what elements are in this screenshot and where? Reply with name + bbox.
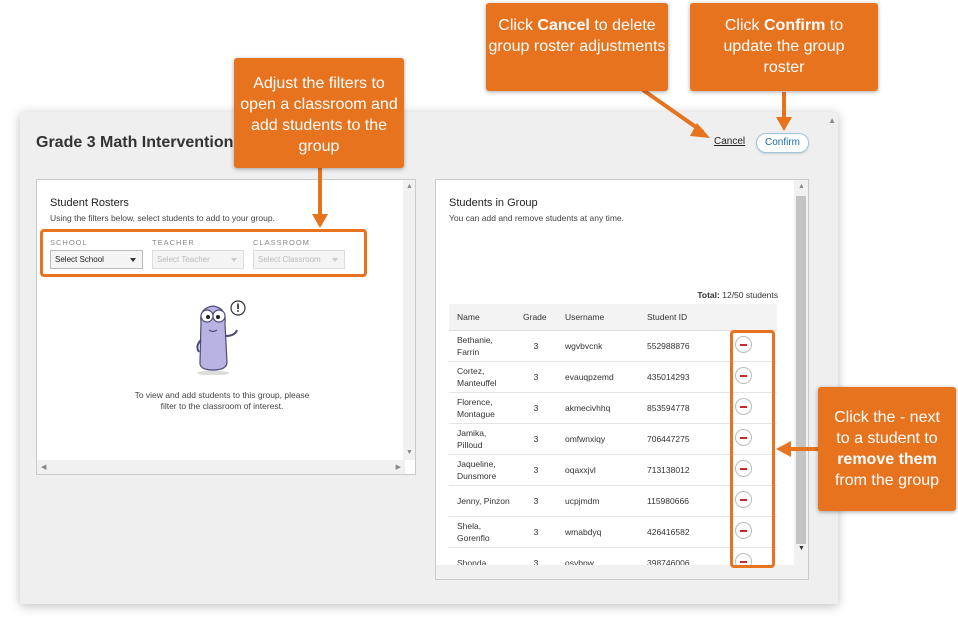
- student-name-line1: Bethanie,: [457, 334, 493, 345]
- callout-remove-text-2: from the group: [834, 472, 940, 489]
- student-grade: 3: [515, 392, 557, 424]
- student-name-line1: Florence,: [457, 396, 493, 407]
- rosters-subtitle: Using the filters below, select students…: [50, 213, 275, 223]
- student-name-line2: Dunsmore: [457, 470, 497, 481]
- student-name: Jaqueline, Dunsmore: [449, 454, 515, 486]
- callout-confirm-text-1: Click: [724, 17, 764, 34]
- scroll-up-icon[interactable]: ▲: [406, 183, 413, 190]
- callout-filters: Adjust the filters to open a classroom a…: [234, 58, 404, 168]
- callout-cancel-bold: Cancel: [537, 17, 590, 34]
- student-id: 435014293: [639, 361, 727, 393]
- filters-highlight-box: [40, 229, 367, 277]
- callout-remove-bold: remove them: [837, 451, 937, 468]
- callout-confirm-bold: Confirm: [763, 17, 826, 34]
- rosters-horizontal-scrollbar[interactable]: ◀ ▶: [37, 460, 405, 474]
- rosters-title: Student Rosters: [50, 197, 129, 209]
- scroll-right-icon[interactable]: ▶: [396, 463, 401, 471]
- group-editor-dialog: Grade 3 Math Intervention ▲ Cancel Confi…: [20, 112, 838, 604]
- callout-cancel-text-1: Click: [498, 17, 538, 34]
- student-username: ucpjmdm: [557, 485, 639, 517]
- student-grade: 3: [515, 454, 557, 486]
- callout-cancel: Click Cancel to delete group roster adju…: [486, 3, 668, 91]
- student-grade: 3: [515, 516, 557, 548]
- student-grade: 3: [515, 423, 557, 455]
- column-header-student-id: Student ID: [639, 304, 727, 331]
- empty-state-line-1: To view and add students to this group, …: [134, 390, 310, 400]
- student-name-line1: Cortez,: [457, 365, 485, 376]
- mascot-illustration: [196, 300, 246, 375]
- table-row: Bethanie, Farrin 3 wgvbvcnk 552988876: [449, 330, 777, 362]
- student-name-line2: Farrin: [457, 346, 480, 357]
- remove-buttons-highlight-box: [730, 330, 775, 568]
- student-name: Bethanie, Farrin: [449, 330, 515, 362]
- student-name-line1: Jenny, Pinzon: [457, 495, 510, 506]
- student-name-line2: Montague: [457, 408, 495, 419]
- student-name-line2: Gorenflo: [457, 532, 490, 543]
- student-name: Jamika, Pilloud: [449, 423, 515, 455]
- student-name-line1: Shela,: [457, 520, 482, 531]
- column-header-remove: [727, 304, 777, 331]
- student-username: wgvbvcnk: [557, 330, 639, 362]
- callout-remove: Click the - next to a student to remove …: [818, 387, 956, 511]
- table-row: Shela, Gorenflo 3 wmabdyq 426416582: [449, 516, 777, 548]
- group-total: Total: 12/50 students: [697, 290, 778, 300]
- student-name-line2: Pilloud: [457, 439, 483, 450]
- student-id: 552988876: [639, 330, 727, 362]
- student-id: 853594778: [639, 392, 727, 424]
- table-row: Jenny, Pinzon 3 ucpjmdm 115980666: [449, 485, 777, 517]
- group-subtitle: You can add and remove students at any t…: [449, 213, 624, 223]
- student-name: Shela, Gorenflo: [449, 516, 515, 548]
- student-id: 706447275: [639, 423, 727, 455]
- scrollbar-thumb[interactable]: [796, 196, 806, 544]
- student-username: evauqpzemd: [557, 361, 639, 393]
- dialog-title: Grade 3 Math Intervention: [36, 134, 234, 151]
- student-name: Florence, Montague: [449, 392, 515, 424]
- student-name-line1: Jaqueline,: [457, 458, 496, 469]
- empty-state-message: To view and add students to this group, …: [117, 390, 327, 412]
- student-username: wmabdyq: [557, 516, 639, 548]
- callout-remove-text-1: Click the - next to a student to: [834, 409, 940, 447]
- total-value: 12/50 students: [722, 290, 778, 300]
- scroll-up-icon[interactable]: ▲: [828, 116, 836, 125]
- table-row: Jaqueline, Dunsmore 3 oqaxxjvl 713138012: [449, 454, 777, 486]
- cancel-link[interactable]: Cancel: [714, 136, 745, 147]
- scroll-down-icon[interactable]: ▼: [406, 449, 413, 456]
- table-row: Jamika, Pilloud 3 omfwnxiqy 706447275: [449, 423, 777, 455]
- table-row: Florence, Montague 3 akmecivhhq 853594778: [449, 392, 777, 424]
- confirm-button[interactable]: Confirm: [756, 133, 809, 153]
- callout-confirm: Click Confirm to update the group roster: [690, 3, 878, 91]
- student-grade: 3: [515, 485, 557, 517]
- group-roster-table: Name Grade Username Student ID Bethanie,…: [449, 304, 777, 579]
- student-name: Jenny, Pinzon: [449, 485, 515, 517]
- student-id: 115980666: [639, 485, 727, 517]
- column-header-username: Username: [557, 304, 639, 331]
- empty-state-line-2: filter to the classroom of interest.: [160, 401, 284, 411]
- scroll-up-icon[interactable]: ▲: [798, 183, 805, 190]
- column-header-grade: Grade: [515, 304, 557, 331]
- group-title: Students in Group: [449, 197, 538, 209]
- column-header-name: Name: [449, 304, 515, 331]
- student-id: 426416582: [639, 516, 727, 548]
- student-name: Cortez, Manteuffel: [449, 361, 515, 393]
- student-grade: 3: [515, 361, 557, 393]
- scroll-down-icon[interactable]: ▼: [798, 545, 805, 552]
- scroll-left-icon[interactable]: ◀: [41, 463, 46, 471]
- student-name-line2: Manteuffel: [457, 377, 497, 388]
- student-grade: 3: [515, 330, 557, 362]
- student-id: 713138012: [639, 454, 727, 486]
- student-username: omfwnxiqy: [557, 423, 639, 455]
- group-vertical-scrollbar[interactable]: ▲ ▼: [794, 180, 808, 566]
- rosters-vertical-scrollbar[interactable]: ▲ ▼: [403, 180, 415, 460]
- table-row: Cortez, Manteuffel 3 evauqpzemd 435014293: [449, 361, 777, 393]
- total-label: Total:: [697, 290, 720, 300]
- student-rosters-panel: Student Rosters Using the filters below,…: [36, 179, 416, 475]
- screenshot-stage: Grade 3 Math Intervention ▲ Cancel Confi…: [0, 0, 958, 623]
- student-username: akmecivhhq: [557, 392, 639, 424]
- table-header-row: Name Grade Username Student ID: [449, 304, 777, 331]
- student-name-line1: Jamika,: [457, 427, 487, 438]
- student-username: oqaxxjvl: [557, 454, 639, 486]
